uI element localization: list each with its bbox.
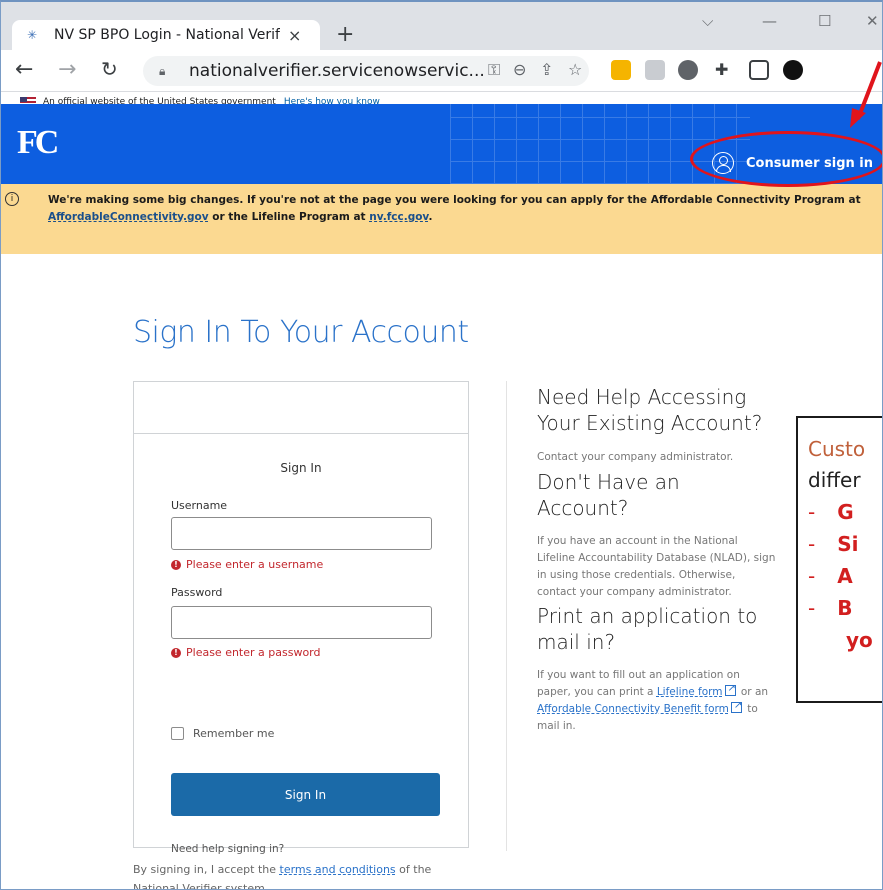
error-icon: !	[171, 647, 181, 658]
forward-icon[interactable]: →	[58, 57, 76, 82]
lock-icon: 🔒︎	[159, 63, 166, 78]
window-close-icon[interactable]: ✕	[866, 12, 879, 30]
signin-button[interactable]: Sign In	[171, 773, 440, 816]
site-favicon-icon: ✳	[26, 28, 38, 42]
help-text-no-account: If you have an account in the National L…	[537, 535, 776, 598]
share-icon[interactable]: ⇪	[540, 60, 553, 79]
browser-tab[interactable]: ✳ NV SP BPO Login - National Verif ×	[12, 20, 320, 50]
alert-end-text: .	[428, 211, 433, 223]
browser-tab-strip: ✳ NV SP BPO Login - National Verif × + ⌵…	[0, 0, 883, 50]
remember-checkbox[interactable]	[171, 727, 184, 740]
lifeline-form-link[interactable]: Lifeline form	[657, 686, 723, 698]
username-error-text: Please enter a username	[186, 558, 324, 571]
affordable-connectivity-link[interactable]: AffordableConnectivity.gov	[48, 211, 209, 223]
callout-item-text: Si	[837, 532, 859, 556]
password-error: ! Please enter a password	[171, 646, 321, 659]
callout-item-text: B	[837, 596, 853, 620]
maximize-icon[interactable]: ☐	[818, 12, 831, 30]
minimize-icon[interactable]: —	[762, 12, 777, 30]
zoom-icon[interactable]: ⊖	[513, 60, 526, 79]
callout-item-text: G	[837, 500, 854, 524]
callout-item: - Si	[808, 532, 859, 556]
page-title: Sign In To Your Account	[133, 315, 469, 350]
extensions-puzzle-icon[interactable]: ✚	[715, 60, 728, 79]
username-input[interactable]	[171, 517, 432, 550]
back-icon[interactable]: ←	[15, 57, 33, 82]
tab-close-icon[interactable]: ×	[288, 26, 301, 45]
help-text-existing: Contact your company administrator.	[537, 451, 734, 463]
help-heading-no-account: Don't Have an Account?	[537, 470, 680, 520]
browser-toolbar: ← → ↻ 🔒︎ nationalverifier.servicenowserv…	[0, 50, 883, 92]
new-tab-icon[interactable]: +	[336, 22, 354, 47]
profile-avatar-icon[interactable]	[783, 60, 803, 80]
password-error-text: Please enter a password	[186, 646, 321, 659]
password-input[interactable]	[171, 606, 432, 639]
reload-icon[interactable]: ↻	[101, 57, 118, 81]
extension-message-icon[interactable]	[645, 60, 665, 80]
help-column: Need Help Accessing Your Existing Accoun…	[537, 384, 777, 735]
external-link-icon	[724, 680, 736, 697]
signin-heading: Sign In	[280, 461, 322, 475]
nv-fcc-link[interactable]: nv.fcc.gov	[369, 211, 428, 223]
alert-banner: i We're making some big changes. If you'…	[0, 184, 883, 254]
info-icon: i	[5, 192, 19, 206]
alert-mid-text: or the Lifeline Program at	[208, 211, 370, 223]
accept-pre: By signing in, I accept the	[133, 863, 280, 876]
annotation-red-ellipse	[690, 131, 883, 187]
bookmark-star-icon[interactable]: ☆	[568, 60, 582, 79]
callout-item-text: A	[837, 564, 853, 588]
column-divider	[506, 381, 507, 851]
terms-accept-text: By signing in, I accept the terms and co…	[133, 860, 473, 890]
extension-yellow-icon[interactable]	[611, 60, 631, 80]
help-heading-print: Print an application to mail in?	[537, 604, 758, 654]
help-text-print: If you want to fill out an application o…	[537, 667, 777, 735]
callout-line2: differ	[808, 468, 861, 492]
fcc-logo[interactable]: FC	[17, 124, 59, 162]
callout-item: -A	[808, 564, 853, 588]
error-icon: !	[171, 559, 181, 570]
annotation-callout: Custo differ -G - Si -A -B yo	[796, 416, 883, 703]
callout-line1: Custo	[808, 437, 866, 461]
help-heading-existing: Need Help Accessing Your Existing Accoun…	[537, 385, 763, 435]
signin-card: Sign In Username ! Please enter a userna…	[133, 381, 469, 855]
callout-item-cont: yo	[846, 628, 873, 652]
remember-me[interactable]: Remember me	[171, 727, 274, 740]
tab-title: NV SP BPO Login - National Verif	[54, 27, 280, 43]
external-link-icon	[730, 697, 742, 714]
extension-camera-icon[interactable]	[678, 60, 698, 80]
url-text: nationalverifier.servicenowservic...	[189, 61, 485, 81]
username-label: Username	[171, 499, 228, 512]
callout-item: -B	[808, 596, 853, 620]
tab-search-chevron-icon[interactable]: ⌵	[702, 12, 713, 30]
terms-link[interactable]: terms and conditions	[280, 863, 396, 876]
alert-text: We're making some big changes. If you're…	[48, 194, 861, 206]
username-error: ! Please enter a username	[171, 558, 323, 571]
remember-label: Remember me	[193, 727, 275, 740]
acb-form-link[interactable]: Affordable Connectivity Benefit form	[537, 703, 729, 715]
card-header	[134, 382, 468, 434]
side-panel-icon[interactable]	[749, 60, 769, 80]
password-label: Password	[171, 586, 223, 599]
help-signing-in-link[interactable]: Need help signing in?	[171, 843, 284, 855]
password-key-icon[interactable]: ⚿	[488, 60, 500, 80]
callout-item: -G	[808, 500, 854, 524]
